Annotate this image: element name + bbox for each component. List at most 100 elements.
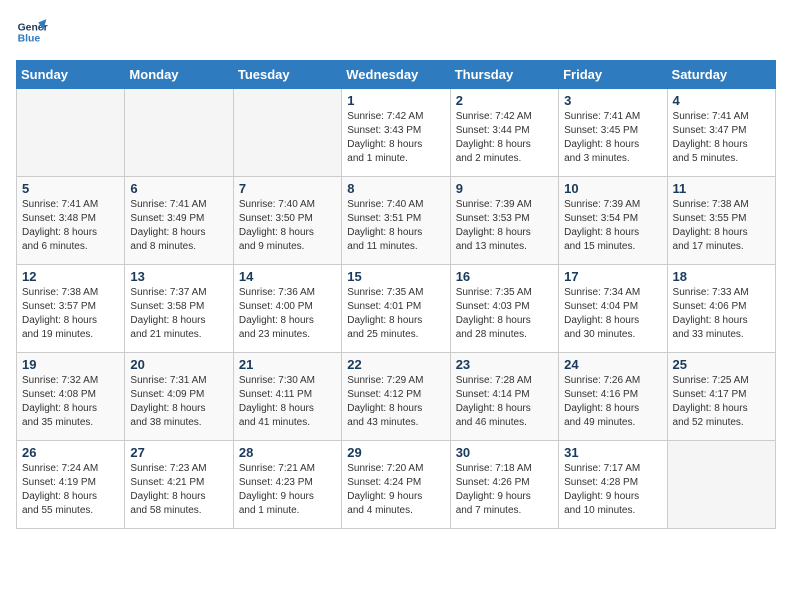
day-number: 20 <box>130 357 227 372</box>
day-info: Sunrise: 7:35 AM Sunset: 4:01 PM Dayligh… <box>347 286 444 342</box>
calendar-cell <box>233 89 341 177</box>
day-info: Sunrise: 7:24 AM Sunset: 4:19 PM Dayligh… <box>22 462 119 518</box>
weekday-header-thursday: Thursday <box>450 61 558 89</box>
day-number: 8 <box>347 181 444 196</box>
day-info: Sunrise: 7:42 AM Sunset: 3:44 PM Dayligh… <box>456 110 553 166</box>
day-number: 21 <box>239 357 336 372</box>
calendar-cell <box>17 89 125 177</box>
day-info: Sunrise: 7:33 AM Sunset: 4:06 PM Dayligh… <box>673 286 770 342</box>
weekday-header-wednesday: Wednesday <box>342 61 450 89</box>
day-number: 14 <box>239 269 336 284</box>
day-number: 9 <box>456 181 553 196</box>
calendar-cell: 12Sunrise: 7:38 AM Sunset: 3:57 PM Dayli… <box>17 265 125 353</box>
calendar-cell: 21Sunrise: 7:30 AM Sunset: 4:11 PM Dayli… <box>233 353 341 441</box>
calendar-cell: 24 Sunrise: 7:26 AM Sunset: 4:16 PM Dayli… <box>559 353 667 441</box>
day-number: 25 <box>673 357 770 372</box>
calendar-cell: 20 Sunrise: 7:31 AM Sunset: 4:09 PM Dayli… <box>125 353 233 441</box>
calendar-cell: 29Sunrise: 7:20 AM Sunset: 4:24 PM Dayli… <box>342 441 450 529</box>
day-number: 7 <box>239 181 336 196</box>
logo-icon: General Blue <box>16 16 48 48</box>
day-info: Sunrise: 7:29 AM Sunset: 4:12 PM Dayligh… <box>347 374 444 430</box>
day-number: 26 <box>22 445 119 460</box>
day-info: Sunrise: 7:32 AM Sunset: 4:08 PM Dayligh… <box>22 374 119 430</box>
calendar-cell: 15 Sunrise: 7:35 AM Sunset: 4:01 PM Dayli… <box>342 265 450 353</box>
calendar-cell: 27Sunrise: 7:23 AM Sunset: 4:21 PM Dayli… <box>125 441 233 529</box>
day-number: 24 <box>564 357 661 372</box>
day-info: Sunrise: 7:37 AM Sunset: 3:58 PM Dayligh… <box>130 286 227 342</box>
calendar-cell: 5 Sunrise: 7:41 AM Sunset: 3:48 PM Daylig… <box>17 177 125 265</box>
day-number: 10 <box>564 181 661 196</box>
day-number: 22 <box>347 357 444 372</box>
calendar-cell: 10Sunrise: 7:39 AM Sunset: 3:54 PM Dayli… <box>559 177 667 265</box>
weekday-header-tuesday: Tuesday <box>233 61 341 89</box>
calendar-cell <box>667 441 775 529</box>
day-info: Sunrise: 7:38 AM Sunset: 3:57 PM Dayligh… <box>22 286 119 342</box>
calendar-cell: 18 Sunrise: 7:33 AM Sunset: 4:06 PM Dayli… <box>667 265 775 353</box>
day-info: Sunrise: 7:26 AM Sunset: 4:16 PM Dayligh… <box>564 374 661 430</box>
calendar-cell: 1 Sunrise: 7:42 AM Sunset: 3:43 PM Daylig… <box>342 89 450 177</box>
day-info: Sunrise: 7:35 AM Sunset: 4:03 PM Dayligh… <box>456 286 553 342</box>
day-info: Sunrise: 7:41 AM Sunset: 3:45 PM Dayligh… <box>564 110 661 166</box>
day-number: 19 <box>22 357 119 372</box>
day-number: 28 <box>239 445 336 460</box>
day-info: Sunrise: 7:41 AM Sunset: 3:48 PM Dayligh… <box>22 198 119 254</box>
day-info: Sunrise: 7:18 AM Sunset: 4:26 PM Dayligh… <box>456 462 553 518</box>
weekday-header-friday: Friday <box>559 61 667 89</box>
calendar-cell: 16Sunrise: 7:35 AM Sunset: 4:03 PM Dayli… <box>450 265 558 353</box>
weekday-header-monday: Monday <box>125 61 233 89</box>
day-info: Sunrise: 7:40 AM Sunset: 3:51 PM Dayligh… <box>347 198 444 254</box>
day-number: 31 <box>564 445 661 460</box>
calendar-cell: 14 Sunrise: 7:36 AM Sunset: 4:00 PM Dayli… <box>233 265 341 353</box>
calendar-cell: 8 Sunrise: 7:40 AM Sunset: 3:51 PM Daylig… <box>342 177 450 265</box>
weekday-header-sunday: Sunday <box>17 61 125 89</box>
week-row-4: 19 Sunrise: 7:32 AM Sunset: 4:08 PM Dayli… <box>17 353 776 441</box>
calendar-cell: 23 Sunrise: 7:28 AM Sunset: 4:14 PM Dayli… <box>450 353 558 441</box>
day-number: 6 <box>130 181 227 196</box>
day-info: Sunrise: 7:39 AM Sunset: 3:53 PM Dayligh… <box>456 198 553 254</box>
calendar-table: SundayMondayTuesdayWednesdayThursdayFrid… <box>16 60 776 529</box>
day-info: Sunrise: 7:40 AM Sunset: 3:50 PM Dayligh… <box>239 198 336 254</box>
day-info: Sunrise: 7:41 AM Sunset: 3:49 PM Dayligh… <box>130 198 227 254</box>
calendar-cell: 2 Sunrise: 7:42 AM Sunset: 3:44 PM Daylig… <box>450 89 558 177</box>
day-number: 18 <box>673 269 770 284</box>
calendar-cell: 19 Sunrise: 7:32 AM Sunset: 4:08 PM Dayli… <box>17 353 125 441</box>
day-info: Sunrise: 7:41 AM Sunset: 3:47 PM Dayligh… <box>673 110 770 166</box>
calendar-cell: 7 Sunrise: 7:40 AM Sunset: 3:50 PM Daylig… <box>233 177 341 265</box>
weekday-header-row: SundayMondayTuesdayWednesdayThursdayFrid… <box>17 61 776 89</box>
day-number: 3 <box>564 93 661 108</box>
day-info: Sunrise: 7:36 AM Sunset: 4:00 PM Dayligh… <box>239 286 336 342</box>
day-number: 4 <box>673 93 770 108</box>
calendar-cell: 11 Sunrise: 7:38 AM Sunset: 3:55 PM Dayli… <box>667 177 775 265</box>
day-number: 1 <box>347 93 444 108</box>
calendar-cell: 25 Sunrise: 7:25 AM Sunset: 4:17 PM Dayli… <box>667 353 775 441</box>
calendar-cell: 3 Sunrise: 7:41 AM Sunset: 3:45 PM Daylig… <box>559 89 667 177</box>
day-info: Sunrise: 7:42 AM Sunset: 3:43 PM Dayligh… <box>347 110 444 166</box>
day-number: 23 <box>456 357 553 372</box>
day-info: Sunrise: 7:25 AM Sunset: 4:17 PM Dayligh… <box>673 374 770 430</box>
calendar-cell <box>125 89 233 177</box>
svg-text:Blue: Blue <box>18 34 41 45</box>
day-info: Sunrise: 7:20 AM Sunset: 4:24 PM Dayligh… <box>347 462 444 518</box>
day-number: 13 <box>130 269 227 284</box>
calendar-cell: 9 Sunrise: 7:39 AM Sunset: 3:53 PM Daylig… <box>450 177 558 265</box>
day-info: Sunrise: 7:34 AM Sunset: 4:04 PM Dayligh… <box>564 286 661 342</box>
weekday-header-saturday: Saturday <box>667 61 775 89</box>
calendar-cell: 28Sunrise: 7:21 AM Sunset: 4:23 PM Dayli… <box>233 441 341 529</box>
day-number: 15 <box>347 269 444 284</box>
day-number: 5 <box>22 181 119 196</box>
logo: General Blue <box>16 16 52 48</box>
calendar-cell: 4 Sunrise: 7:41 AM Sunset: 3:47 PM Daylig… <box>667 89 775 177</box>
calendar-cell: 22 Sunrise: 7:29 AM Sunset: 4:12 PM Dayli… <box>342 353 450 441</box>
day-number: 27 <box>130 445 227 460</box>
page-header: General Blue <box>16 16 776 48</box>
day-info: Sunrise: 7:28 AM Sunset: 4:14 PM Dayligh… <box>456 374 553 430</box>
day-info: Sunrise: 7:17 AM Sunset: 4:28 PM Dayligh… <box>564 462 661 518</box>
day-number: 11 <box>673 181 770 196</box>
day-info: Sunrise: 7:31 AM Sunset: 4:09 PM Dayligh… <box>130 374 227 430</box>
week-row-5: 26 Sunrise: 7:24 AM Sunset: 4:19 PM Dayli… <box>17 441 776 529</box>
day-number: 2 <box>456 93 553 108</box>
week-row-3: 12Sunrise: 7:38 AM Sunset: 3:57 PM Dayli… <box>17 265 776 353</box>
day-info: Sunrise: 7:38 AM Sunset: 3:55 PM Dayligh… <box>673 198 770 254</box>
week-row-2: 5 Sunrise: 7:41 AM Sunset: 3:48 PM Daylig… <box>17 177 776 265</box>
calendar-cell: 30Sunrise: 7:18 AM Sunset: 4:26 PM Dayli… <box>450 441 558 529</box>
